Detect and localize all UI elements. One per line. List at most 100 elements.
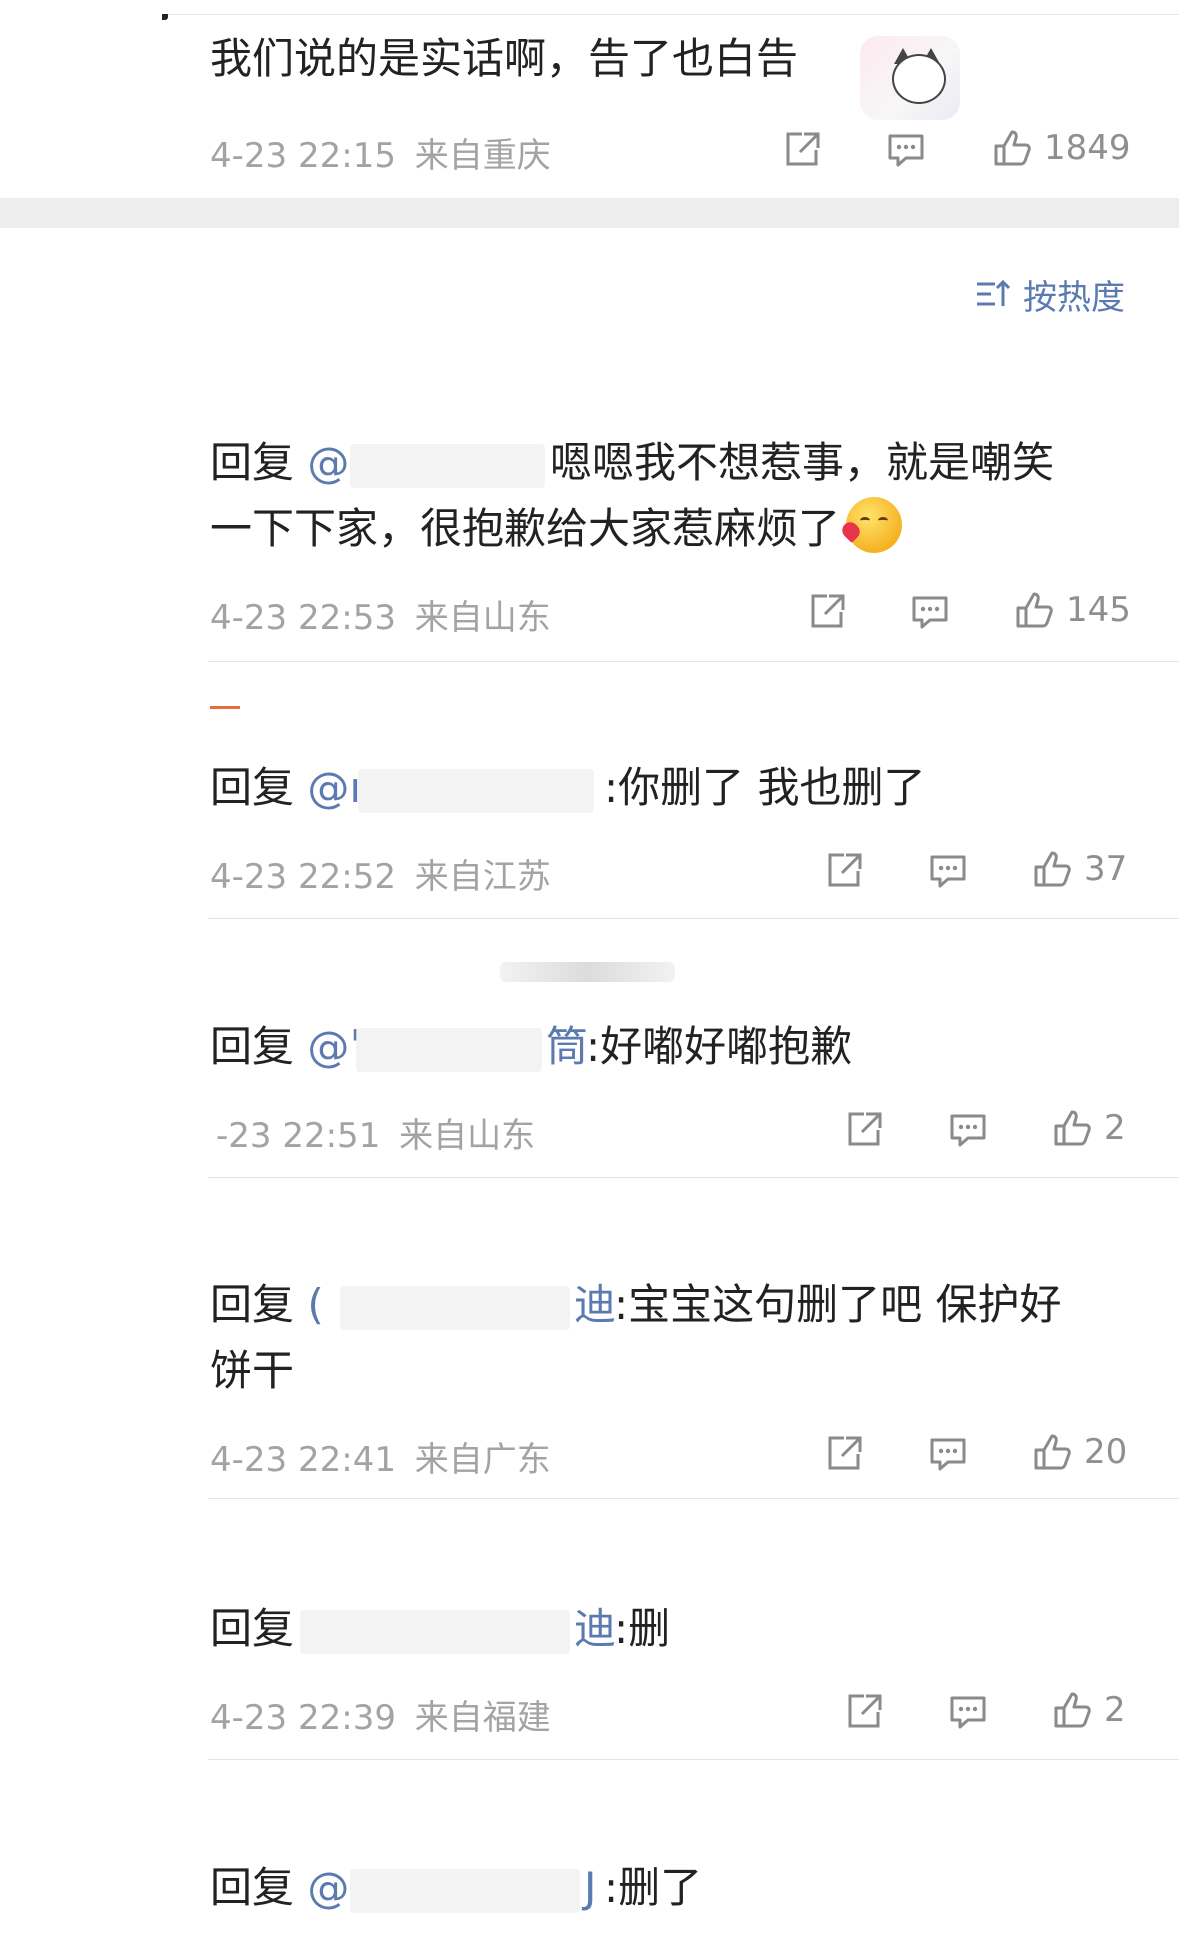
reply-body: 嗯嗯我不想惹事，就是嘲笑 bbox=[550, 438, 1055, 487]
comment-time: 4-23 22:39 bbox=[210, 1698, 396, 1738]
comment-icon bbox=[950, 1696, 986, 1729]
comment-icon bbox=[930, 855, 966, 888]
share-button[interactable] bbox=[780, 128, 824, 172]
reply-body-cont: 饼干 bbox=[210, 1346, 295, 1395]
cat-sticker-icon bbox=[860, 36, 960, 120]
reply-text-line1: 回复 @ bbox=[210, 1855, 349, 1921]
reply-body: :你删了 我也删了 bbox=[604, 763, 926, 812]
comment-icon bbox=[888, 134, 924, 167]
like-button[interactable]: 2 bbox=[1050, 1106, 1126, 1150]
like-count: 37 bbox=[1084, 849, 1128, 889]
share-button[interactable] bbox=[822, 849, 866, 893]
reply-body: :宝宝这句删了吧 保护好 bbox=[614, 1280, 1062, 1329]
reply-text-line1: 回复 ( bbox=[210, 1272, 324, 1338]
sort-button[interactable]: 按热度 bbox=[975, 270, 1125, 318]
reply-body: :删了 bbox=[604, 1863, 703, 1912]
comment-icon bbox=[950, 1114, 986, 1147]
reply-button[interactable] bbox=[926, 849, 970, 893]
mention-tail[interactable]: 迪 bbox=[574, 1272, 616, 1338]
thumbs-up-icon bbox=[994, 130, 1031, 166]
share-icon bbox=[828, 853, 862, 887]
like-count: 1849 bbox=[1044, 128, 1131, 168]
divider bbox=[208, 1759, 1179, 1760]
like-count: 145 bbox=[1066, 590, 1131, 630]
thumbs-up-icon bbox=[1034, 1434, 1071, 1470]
mention-link[interactable]: @ bbox=[307, 1863, 349, 1912]
comment-location: 来自重庆 bbox=[414, 136, 551, 176]
mention-link[interactable]: @ˈ bbox=[307, 1022, 361, 1071]
redacted-username bbox=[300, 1610, 570, 1654]
redacted-username bbox=[350, 1869, 580, 1913]
reply-text-line1: 回复 @ bbox=[210, 430, 349, 496]
like-count: 20 bbox=[1084, 1432, 1128, 1472]
redacted-username bbox=[350, 444, 545, 488]
top-divider bbox=[165, 14, 1179, 15]
share-button[interactable] bbox=[842, 1690, 886, 1734]
reply-meta: 4-23 22:53 来自山东 bbox=[210, 590, 551, 639]
comment-icon bbox=[930, 1438, 966, 1471]
share-icon bbox=[848, 1694, 882, 1728]
comment-location: 来自山东 bbox=[399, 1116, 536, 1156]
redacted-username bbox=[356, 1028, 542, 1072]
reply-button[interactable] bbox=[946, 1690, 990, 1734]
mention-link[interactable]: ( bbox=[307, 1280, 323, 1329]
reply-meta: 4-23 22:52 来自江苏 bbox=[210, 849, 551, 898]
comment-time: 4-23 22:41 bbox=[210, 1440, 396, 1480]
reply-prefix: 回复 bbox=[210, 763, 295, 812]
like-button[interactable]: 2 bbox=[1050, 1688, 1126, 1732]
reply-button[interactable] bbox=[908, 590, 952, 634]
reply-prefix: 回复 bbox=[210, 1863, 295, 1912]
comment-time: -23 22:51 bbox=[216, 1116, 381, 1156]
divider bbox=[208, 1498, 1179, 1499]
mention-link[interactable]: @ bbox=[307, 438, 349, 487]
reply-body: :删 bbox=[614, 1604, 671, 1653]
share-icon bbox=[811, 594, 845, 628]
section-gap bbox=[0, 198, 1179, 228]
kiss-emoji-icon bbox=[838, 497, 903, 553]
redacted-username bbox=[340, 1286, 570, 1330]
reply-meta: 4-23 22:41 来自广东 bbox=[210, 1432, 551, 1481]
redacted-username bbox=[358, 769, 594, 813]
like-button[interactable]: 145 bbox=[1012, 588, 1131, 632]
reply-text-line1: 回复 @ı bbox=[210, 755, 361, 821]
comment-location: 来自广东 bbox=[414, 1440, 551, 1480]
reply-body: :好嘟好嘟抱歉 bbox=[586, 1022, 853, 1071]
mention-tail[interactable]: J bbox=[584, 1855, 596, 1921]
comment-location: 来自江苏 bbox=[414, 857, 551, 897]
reply-prefix: 回复 bbox=[210, 438, 295, 487]
mention-tail[interactable]: 迪 bbox=[574, 1596, 616, 1662]
reply-button[interactable] bbox=[946, 1108, 990, 1152]
reply-prefix: 回复 bbox=[210, 1280, 295, 1329]
reply-text-line2: 一下下家，很抱歉给大家惹麻烦了 bbox=[210, 496, 903, 562]
like-count: 2 bbox=[1104, 1690, 1126, 1730]
thumbs-up-icon bbox=[1034, 851, 1071, 887]
like-button[interactable]: 37 bbox=[1030, 847, 1127, 891]
share-button[interactable] bbox=[842, 1108, 886, 1152]
top-comment: 我们说的是实话啊，告了也白告 4-23 22:15 来自重庆 1849 bbox=[0, 0, 1179, 198]
comment-time: 4-23 22:52 bbox=[210, 857, 396, 897]
share-icon bbox=[848, 1112, 882, 1146]
reply-prefix: 回复 bbox=[210, 1604, 295, 1653]
reply-button[interactable] bbox=[884, 128, 928, 172]
corner-mark bbox=[162, 14, 168, 20]
sort-hot-icon bbox=[977, 279, 1011, 306]
top-comment-text: 我们说的是实话啊，告了也白告 bbox=[210, 34, 799, 83]
share-button[interactable] bbox=[805, 590, 849, 634]
like-button[interactable]: 20 bbox=[1030, 1430, 1127, 1474]
sort-label: 按热度 bbox=[1023, 277, 1125, 318]
comment-icon bbox=[912, 596, 948, 629]
mention-tail[interactable]: 筒 bbox=[546, 1014, 588, 1080]
blurred-name bbox=[500, 962, 675, 982]
comment-location: 来自山东 bbox=[414, 598, 551, 638]
like-button[interactable]: 1849 bbox=[990, 126, 1131, 170]
reply-body-cont: 一下下家，很抱歉给大家惹麻烦了 bbox=[210, 504, 841, 553]
like-count: 2 bbox=[1104, 1108, 1126, 1148]
divider bbox=[208, 918, 1179, 919]
share-button[interactable] bbox=[822, 1432, 866, 1476]
share-icon bbox=[828, 1436, 862, 1470]
thumbs-up-icon bbox=[1054, 1110, 1091, 1146]
top-comment-meta: 4-23 22:15 来自重庆 bbox=[210, 128, 551, 177]
divider bbox=[208, 1177, 1179, 1178]
reply-button[interactable] bbox=[926, 1432, 970, 1476]
mention-link[interactable]: @ı bbox=[307, 763, 361, 812]
